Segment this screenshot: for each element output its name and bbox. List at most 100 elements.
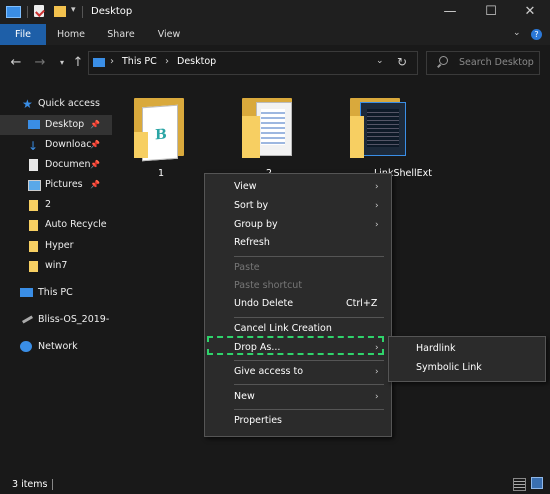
properties-icon[interactable] [34, 5, 45, 17]
tab-view[interactable]: View [148, 24, 190, 45]
sidebar-item-label: Hyper [45, 240, 74, 251]
details-view-icon[interactable] [513, 478, 526, 491]
expand-ribbon-icon[interactable]: ⌄ [513, 28, 521, 38]
tab-share[interactable]: Share [100, 24, 142, 45]
quick-access-dropdown-icon[interactable]: ▾ [71, 5, 76, 15]
title-bar: ▾ Desktop — ☐ ✕ [0, 0, 550, 24]
menu-item-give-access-to[interactable]: Give access to › [205, 363, 391, 381]
menu-item-view[interactable]: View › [205, 178, 391, 196]
sidebar-item-this-pc[interactable]: This PC [0, 283, 112, 303]
back-arrow-icon[interactable]: ← [7, 55, 25, 71]
address-segment-this-pc[interactable]: This PC [122, 56, 157, 67]
star-icon: ★ [22, 97, 33, 111]
window-icon[interactable] [6, 6, 21, 18]
pin-icon[interactable]: 📌 [90, 175, 100, 195]
folder-front [242, 116, 260, 158]
document-preview [256, 102, 292, 156]
sidebar-item-label: Downloac [45, 139, 92, 150]
forward-arrow-icon[interactable]: → [31, 55, 49, 71]
menu-item-undo-delete[interactable]: Undo Delete Ctrl+Z [205, 295, 391, 313]
large-icons-view-icon[interactable] [531, 477, 543, 489]
sidebar-item-label: Quick access [38, 98, 100, 109]
menu-item-label: Give access to [234, 366, 304, 377]
chevron-right-icon: › [375, 220, 379, 230]
chevron-right-icon: › [375, 392, 379, 402]
sidebar-item-label: Documen [45, 159, 91, 170]
file-item-linkshellext[interactable] [340, 92, 416, 172]
sidebar-item-auto-recycle[interactable]: Auto Recycle [0, 215, 112, 235]
menu-item-label: View [234, 181, 257, 192]
sidebar-item-hyper[interactable]: Hyper [0, 236, 112, 256]
menu-separator [234, 256, 384, 257]
menu-item-properties[interactable]: Properties [205, 412, 391, 430]
separator [27, 6, 28, 18]
address-dropdown-icon[interactable]: ⌄ [376, 56, 384, 66]
pin-icon[interactable]: 📌 [90, 155, 100, 175]
menu-item-sort-by[interactable]: Sort by › [205, 197, 391, 215]
search-placeholder: Search Desktop [459, 57, 534, 68]
status-bar: 3 items [0, 474, 550, 494]
chevron-right-icon: › [375, 182, 379, 192]
folder-front [134, 132, 148, 158]
menu-item-label: Paste [234, 262, 260, 273]
file-label: 1 [157, 168, 165, 179]
sidebar-item-bliss-os[interactable]: Bliss-OS_2019- [0, 310, 112, 330]
sidebar-item-desktop[interactable]: Desktop 📌 [0, 115, 112, 135]
tab-home[interactable]: Home [50, 24, 92, 45]
menu-item-new[interactable]: New › [205, 388, 391, 406]
pin-icon[interactable]: 📌 [90, 115, 100, 135]
network-icon [20, 341, 32, 352]
sidebar-item-label: Bliss-OS_2019- [38, 314, 110, 325]
menu-item-label: Group by [234, 219, 278, 230]
new-folder-icon[interactable] [54, 6, 66, 17]
address-segment-desktop[interactable]: Desktop [177, 56, 216, 67]
folder-front [350, 116, 364, 158]
sidebar-item-label: 2 [45, 199, 52, 210]
pin-icon[interactable]: 📌 [90, 135, 100, 155]
menu-separator [234, 317, 384, 318]
sidebar-item-downloads[interactable]: ↓ Downloac 📌 [0, 135, 112, 155]
menu-item-refresh[interactable]: Refresh [205, 234, 391, 252]
address-chevron-icon[interactable]: › [165, 56, 169, 67]
search-box[interactable]: Search Desktop [426, 51, 540, 75]
sidebar-item-2[interactable]: 2 [0, 195, 112, 215]
sidebar-item-quick-access[interactable]: ★ Quick access [0, 94, 112, 114]
ribbon-tabs: File Home Share View ⌄ ? [0, 24, 550, 45]
help-icon[interactable]: ? [531, 29, 542, 40]
address-bar[interactable]: › This PC › Desktop ⌄ ↻ [88, 51, 418, 75]
sidebar-item-network[interactable]: Network [0, 337, 112, 357]
refresh-icon[interactable]: ↻ [397, 55, 407, 69]
separator [82, 6, 83, 18]
up-arrow-icon[interactable]: ↑ [69, 55, 87, 71]
file-item-2[interactable] [232, 92, 302, 172]
separator [52, 479, 53, 490]
sidebar-item-label: Desktop [45, 119, 85, 130]
close-button[interactable]: ✕ [511, 0, 549, 24]
drive-icon [21, 315, 34, 324]
folder-icon [29, 261, 38, 272]
file-item-1[interactable]: B 1 [126, 92, 196, 182]
drop-as-highlight [207, 336, 384, 355]
menu-item-label: New [234, 391, 255, 402]
minimize-button[interactable]: — [431, 0, 469, 24]
tab-file[interactable]: File [0, 24, 46, 45]
pc-icon [20, 288, 33, 297]
submenu-item-symbolic-link[interactable]: Symbolic Link [389, 359, 545, 377]
menu-item-label: Paste shortcut [234, 280, 303, 291]
submenu-item-hardlink[interactable]: Hardlink [389, 340, 545, 358]
sidebar-item-pictures[interactable]: Pictures 📌 [0, 175, 112, 195]
download-icon: ↓ [28, 139, 39, 153]
address-chevron-icon[interactable]: › [110, 56, 114, 67]
maximize-button[interactable]: ☐ [472, 0, 510, 24]
sidebar-item-documents[interactable]: Documen 📌 [0, 155, 112, 175]
menu-item-group-by[interactable]: Group by › [205, 216, 391, 234]
menu-item-label: Symbolic Link [416, 362, 482, 373]
chevron-right-icon: › [375, 367, 379, 377]
menu-item-label: Sort by [234, 200, 269, 211]
menu-item-paste-shortcut: Paste shortcut [205, 277, 391, 295]
menu-item-label: Refresh [234, 237, 270, 248]
menu-separator [234, 384, 384, 385]
sidebar-item-win7[interactable]: win7 [0, 256, 112, 276]
sidebar-item-label: Auto Recycle [45, 219, 107, 230]
folder-icon [29, 241, 38, 252]
